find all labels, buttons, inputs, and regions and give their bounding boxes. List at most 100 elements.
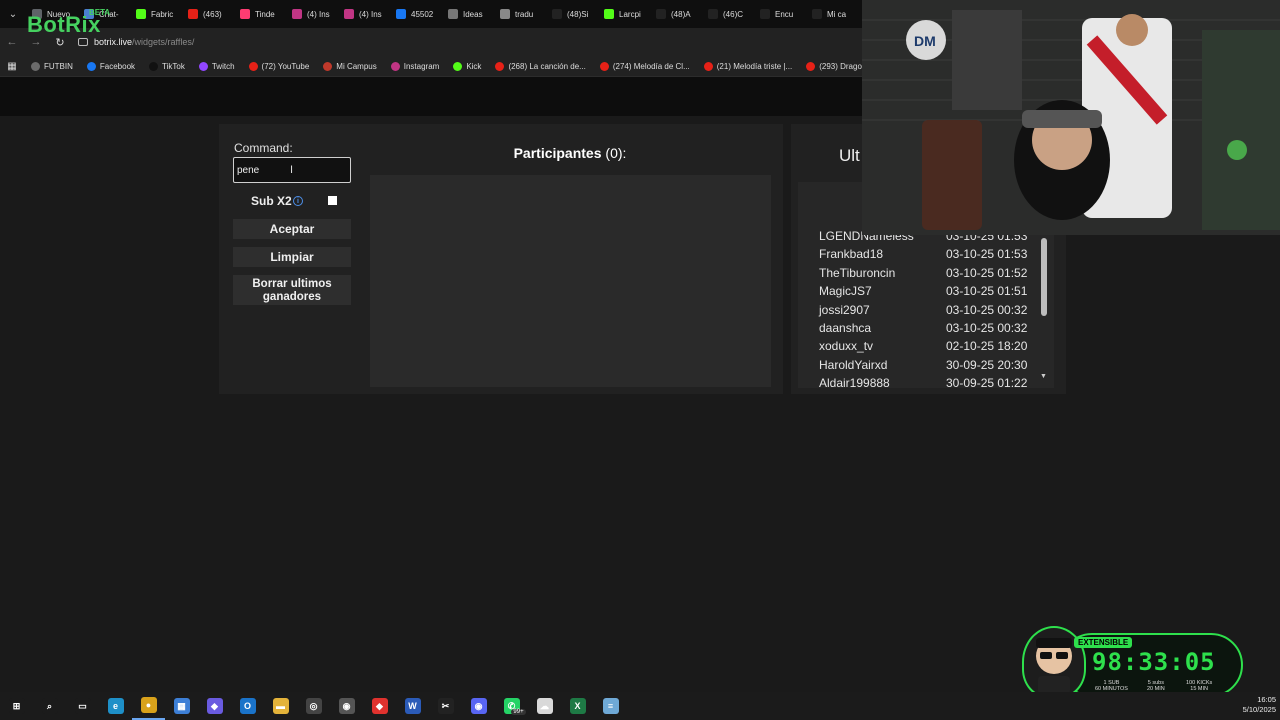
copilot-icon: ◆ <box>206 698 223 714</box>
bookmark-label: Mi Campus <box>336 61 377 71</box>
bookmark-item[interactable]: FUTBIN <box>24 61 80 71</box>
bookmark-item[interactable]: Mi Campus <box>316 61 383 71</box>
notification-badge: 99+ <box>511 709 526 715</box>
task-view-icon: ▭ <box>74 698 91 714</box>
browser-tab[interactable]: 45502 <box>390 0 442 28</box>
bookmark-item[interactable]: Twitch <box>192 61 242 71</box>
tiktok-icon <box>552 9 562 19</box>
google-icon <box>500 9 510 19</box>
url-field[interactable]: botrix.live/widgets/raffles/ <box>78 37 194 47</box>
bookmark-item[interactable]: (268) La canción de... <box>488 61 592 71</box>
taskbar-windows-start-button[interactable]: ⊞ <box>0 692 33 720</box>
taskbar-file-explorer-button[interactable]: ▬ <box>264 692 297 720</box>
browser-tab[interactable]: Encu <box>754 0 806 28</box>
tab-search-chevron-icon[interactable]: ⌄ <box>0 9 26 20</box>
bookmark-item[interactable]: TikTok <box>142 61 192 71</box>
winner-date: 03-10-25 01:51 <box>946 284 1028 299</box>
bookmark-item[interactable]: (21) Melodía triste |... <box>697 61 799 71</box>
taskbar-discord-button[interactable]: ◉ <box>462 692 495 720</box>
kick-icon <box>604 9 614 19</box>
bookmark-item[interactable]: Instagram <box>384 61 447 71</box>
bookmark-label: Instagram <box>403 61 440 71</box>
bookmark-item[interactable]: Kick <box>446 61 488 71</box>
winner-name: jossi2907 <box>819 302 870 317</box>
taskbar-outlook-button[interactable]: O <box>231 692 264 720</box>
system-clock[interactable]: 16:05 5/10/2025 <box>1228 695 1276 715</box>
tab-label: (48)A <box>671 9 691 19</box>
edge-icon: e <box>107 698 124 714</box>
bookmark-item[interactable]: (72) YouTube <box>242 61 317 71</box>
tab-label: tradu <box>515 9 534 19</box>
taskbar-obs-button[interactable]: ◎ <box>297 692 330 720</box>
tiktok-icon <box>812 9 822 19</box>
browser-tab[interactable]: (4) Ins <box>286 0 338 28</box>
taskbar-steam-discord-button[interactable]: ◉ <box>330 692 363 720</box>
browser-tab[interactable]: Fabric <box>130 0 182 28</box>
back-icon[interactable]: ← <box>0 36 24 48</box>
winner-row: TheTiburoncin 03-10-25 01:52 <box>819 266 1039 280</box>
winners-scrollbar-thumb[interactable] <box>1041 238 1047 316</box>
taskbar-whatsapp-button[interactable]: ✆ 99+ <box>495 692 528 720</box>
bookmark-label: Facebook <box>99 61 136 71</box>
taskbar-notepad-button[interactable]: ≡ <box>594 692 627 720</box>
taskbar-anydesk-button[interactable]: ◆ <box>363 692 396 720</box>
winners-title: Ult <box>839 146 860 165</box>
browser-tab[interactable]: (48)Si <box>546 0 598 28</box>
taskbar-task-view-button[interactable]: ▭ <box>66 692 99 720</box>
clear-winners-button[interactable]: Borrar ultimos ganadores <box>233 275 351 305</box>
apps-grid-icon[interactable]: ▦ <box>0 61 24 72</box>
url-path: /widgets/raffles/ <box>132 37 195 47</box>
browser-tab[interactable]: Tinde <box>234 0 286 28</box>
browser-tab[interactable]: Larcpi <box>598 0 650 28</box>
browser-tab[interactable]: Mi ca <box>806 0 858 28</box>
winner-name: MagicJS7 <box>819 284 872 299</box>
timer-badge: EXTENSIBLE <box>1074 637 1133 648</box>
participants-list[interactable] <box>370 175 771 387</box>
sub-x2-checkbox[interactable] <box>328 196 337 205</box>
winner-name: TheTiburoncin <box>819 265 896 280</box>
taskbar-excel-button[interactable]: X <box>561 692 594 720</box>
clear-button[interactable]: Limpiar <box>233 247 351 267</box>
browser-tab[interactable]: (48)A <box>650 0 702 28</box>
site-info-icon[interactable] <box>78 38 88 46</box>
accept-button[interactable]: Aceptar <box>233 219 351 239</box>
store-icon: ▦ <box>173 698 190 714</box>
taskbar-store-button[interactable]: ▦ <box>165 692 198 720</box>
excel-icon: X <box>569 698 586 714</box>
bookmark-label: FUTBIN <box>44 61 73 71</box>
winner-date: 03-10-25 00:32 <box>946 321 1028 335</box>
winner-row: daanshca 03-10-25 00:32 <box>819 321 1039 335</box>
scroll-down-arrow-icon[interactable]: ▼ <box>1040 373 1047 380</box>
taskbar-search-button[interactable]: ⌕ <box>33 692 66 720</box>
svg-text:DM: DM <box>914 33 936 49</box>
browser-tab[interactable]: tradu <box>494 0 546 28</box>
webcam-scene: DM <box>862 0 1280 235</box>
taskbar-copilot-button[interactable]: ◆ <box>198 692 231 720</box>
winner-date: 03-10-25 01:52 <box>946 265 1028 280</box>
bookmark-label: (268) La canción de... <box>508 61 586 71</box>
winner-row: HaroldYairxd 30-09-25 20:30 <box>819 358 1039 372</box>
bookmark-label: Twitch <box>211 61 235 71</box>
taskbar-edge-button[interactable]: e <box>99 692 132 720</box>
browser-tab[interactable]: (4) Ins <box>338 0 390 28</box>
tinder-icon <box>240 9 250 19</box>
tab-label: (4) Ins <box>307 9 330 19</box>
taskbar-word-button[interactable]: W <box>396 692 429 720</box>
bookmark-label: TikTok <box>162 61 185 71</box>
notepad-icon: ≡ <box>602 698 619 714</box>
youtube-icon <box>188 9 198 19</box>
bookmark-item[interactable]: Facebook <box>80 61 142 71</box>
browser-tab[interactable]: Ideas <box>442 0 494 28</box>
outlook-icon: O <box>239 698 256 714</box>
taskbar-capcut-button[interactable]: ✂ <box>429 692 462 720</box>
info-icon[interactable]: i <box>293 196 303 206</box>
browser-tab[interactable]: (463) <box>182 0 234 28</box>
tab-label: 45502 <box>411 9 434 19</box>
winner-date: 02-10-25 18:20 <box>946 339 1028 354</box>
taskbar-chat-app-button[interactable]: ☁ <box>528 692 561 720</box>
taskbar-chrome-button[interactable]: ● <box>132 692 165 720</box>
browser-tab[interactable]: (46)C <box>702 0 754 28</box>
command-label: Command: <box>234 141 293 155</box>
tab-label: Tinde <box>255 9 275 19</box>
bookmark-item[interactable]: (274) Melodía de Cl... <box>593 61 697 71</box>
